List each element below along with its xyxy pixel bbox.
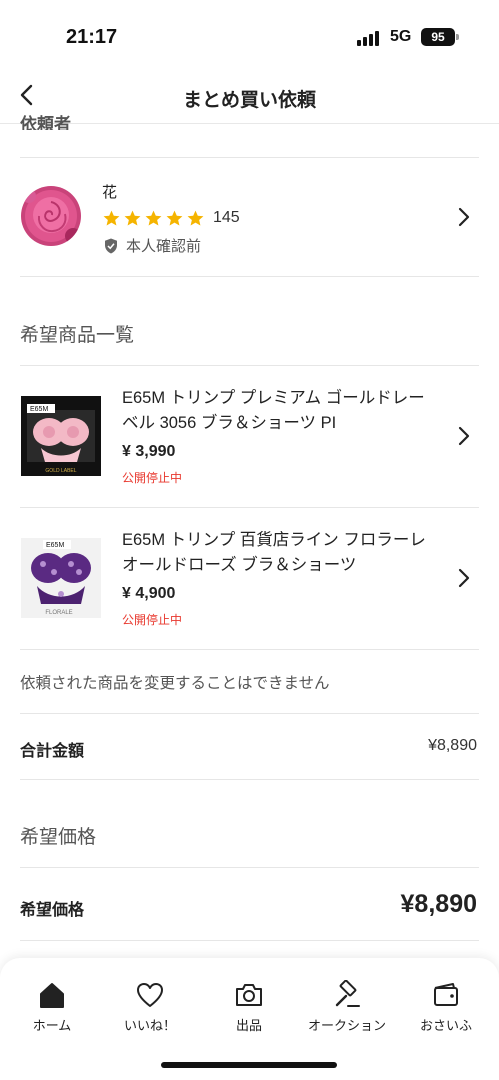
avatar[interactable]	[21, 186, 81, 246]
home-indicator	[161, 1062, 337, 1068]
tab-label: 出品	[235, 1018, 262, 1033]
thumb-size-label: E65M	[30, 406, 48, 413]
star-icon	[124, 210, 141, 226]
total-label: 合計金額	[20, 743, 85, 760]
product-thumbnail: E65M GOLD LABEL	[21, 396, 101, 476]
star-icon	[187, 210, 204, 226]
battery-tip	[456, 34, 459, 40]
star-icon	[166, 210, 183, 226]
rating-stars: 145	[102, 208, 240, 228]
product-status: 公開停止中	[122, 613, 183, 627]
battery-level: 95	[431, 30, 445, 44]
products-section-title: 希望商品一覧	[20, 325, 135, 346]
tab-likes[interactable]: いいね！	[105, 980, 195, 1040]
rating-count: 145	[213, 209, 240, 226]
divider	[20, 867, 479, 868]
heart-icon	[137, 983, 163, 1007]
tab-auction[interactable]: オークション	[302, 980, 392, 1040]
tab-wallet[interactable]: おさいふ	[401, 980, 491, 1040]
product-title: E65M トリンプ 百貨店ライン フロラーレ オールドローズ ブラ＆ショーツ	[122, 531, 426, 574]
chevron-right-icon	[458, 568, 470, 588]
product-price: ¥ 3,990	[122, 443, 176, 460]
requester-section-title: 依頼者	[20, 115, 71, 130]
desired-price-value: ¥8,890	[400, 890, 477, 918]
thumb-caption: GOLD LABEL	[45, 468, 76, 474]
page-title: まとめ買い依頼	[182, 90, 316, 111]
desired-section-title: 希望価格	[20, 827, 97, 848]
tab-label: おさいふ	[419, 1018, 472, 1033]
total-row: 合計金額 ¥8,890	[0, 713, 499, 779]
product-price: ¥ 4,900	[122, 585, 176, 602]
tab-home[interactable]: ホーム	[7, 980, 97, 1040]
product-title: E65M トリンプ プレミアム ゴールドレーベル 3056 ブラ＆ショーツ PI	[122, 389, 425, 432]
chevron-right-icon	[458, 426, 470, 446]
product-thumbnail: E65M FLORALE	[21, 538, 101, 618]
signal-icon	[357, 30, 383, 46]
home-icon	[40, 983, 64, 1008]
requester-row[interactable]: 花 145 本人確認前	[0, 158, 499, 276]
divider	[20, 276, 479, 277]
battery-icon: 95	[421, 28, 455, 46]
change-note: 依頼された商品を変更することはできません	[20, 675, 330, 692]
divider	[20, 649, 479, 650]
status-time: 21:17	[66, 26, 118, 48]
status-bar: 21:17 5G 95	[0, 0, 499, 72]
product-item[interactable]: E65M FLORALE E65M トリンプ 百貨店ライン フロラーレ オールド…	[0, 508, 499, 648]
wallet-icon	[434, 983, 458, 1006]
desired-price-label: 希望価格	[20, 902, 85, 919]
tab-label: ホーム	[32, 1018, 72, 1033]
divider	[20, 779, 479, 780]
product-item[interactable]: E65M GOLD LABEL E65M トリンプ プレミアム ゴールドレーベル…	[0, 366, 499, 506]
verification-label: 本人確認前	[126, 238, 202, 255]
thumb-size-label: E65M	[46, 542, 64, 549]
tab-label: オークション	[307, 1018, 386, 1033]
network-label: 5G	[390, 28, 412, 45]
tab-label: いいね！	[123, 1018, 176, 1033]
divider	[20, 940, 479, 941]
gavel-icon	[335, 980, 360, 1007]
chevron-right-icon	[458, 207, 470, 227]
total-value: ¥8,890	[428, 737, 477, 754]
verification-status: 本人確認前	[102, 235, 201, 256]
star-icon	[103, 210, 120, 226]
requester-name: 花	[102, 184, 118, 201]
product-status: 公開停止中	[122, 471, 183, 485]
camera-icon	[236, 984, 262, 1006]
shield-check-icon	[105, 238, 117, 253]
star-icon	[145, 210, 162, 226]
nav-header: まとめ買い依頼	[0, 72, 499, 124]
tab-sell[interactable]: 出品	[204, 980, 294, 1040]
thumb-caption: FLORALE	[45, 610, 72, 616]
